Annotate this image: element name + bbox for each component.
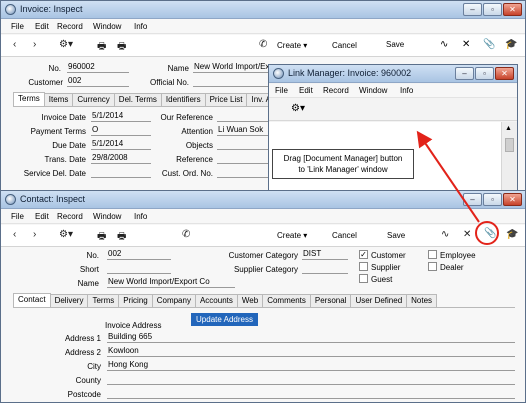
document-manager-highlight <box>475 221 499 245</box>
drag-arrow <box>416 130 480 223</box>
drag-arrow-overlay <box>416 130 499 245</box>
